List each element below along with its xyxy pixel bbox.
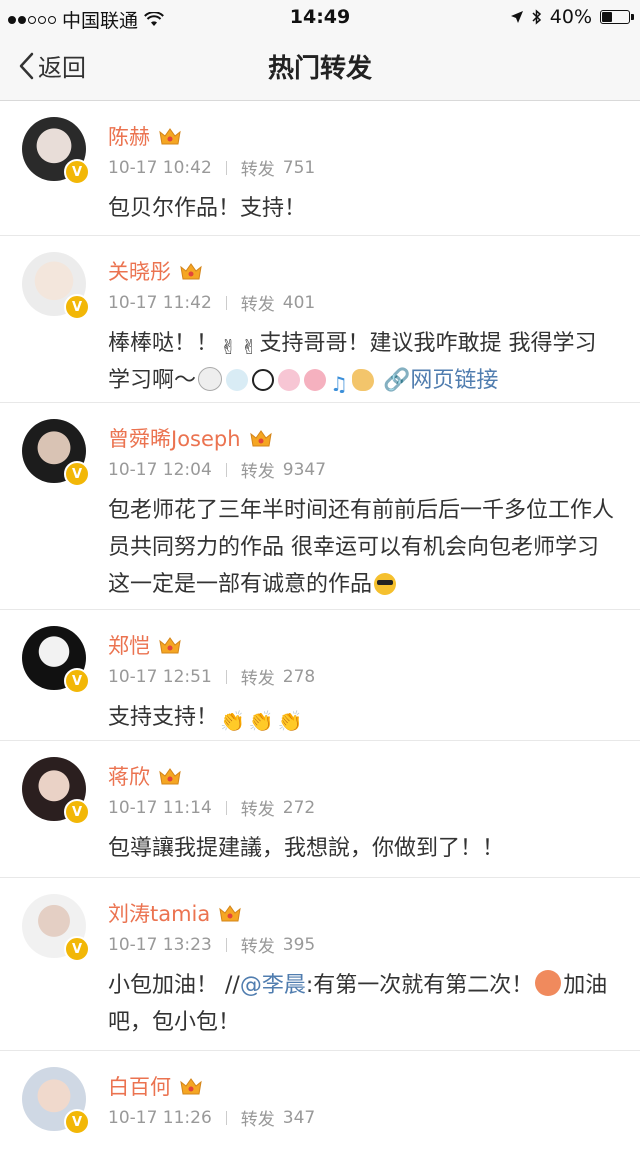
list-item[interactable]: V 关晓彤 10-17 11:42 转发 401 棒棒哒！！ ✌ ✌支持哥哥！建议我…	[0, 236, 640, 403]
pig-emoji-icon	[304, 369, 327, 391]
vip-crown-icon	[159, 768, 181, 785]
web-link-label: 网页链接	[410, 368, 499, 393]
clapping-hands-icon: 👏	[220, 709, 245, 733]
vip-crown-icon	[180, 263, 202, 280]
list-item[interactable]: V 陈赫 10-17 10:42 转发 751 包贝尔作品！支持！	[0, 101, 640, 236]
verified-badge-icon: V	[64, 1109, 90, 1135]
avatar[interactable]: V	[22, 419, 90, 487]
repost-label: 转发	[240, 800, 275, 820]
battery-level-fill	[602, 12, 612, 22]
post-text: 包老师花了三年半时间还有前前后后一千多位工作人员共同努力的作品 很幸运可以有机会…	[108, 492, 616, 603]
post-time: 10-17 11:26	[108, 1107, 212, 1128]
victory-hand-icon: ✌	[240, 335, 258, 359]
post-text-part: :有第一次就有第二次！	[305, 973, 534, 998]
alpaca-emoji-icon	[198, 367, 223, 391]
list-item[interactable]: V 刘涛tamia 10-17 13:23 转发 395 小包加油！ //@李晨…	[0, 878, 640, 1051]
web-link[interactable]: 🔗网页链接	[383, 368, 498, 393]
status-bar: 中国联通 14:49 40%	[0, 0, 640, 34]
vip-crown-icon	[219, 905, 241, 922]
repost-label: 转发	[240, 295, 275, 315]
post-time: 10-17 13:23	[108, 934, 212, 955]
vip-crown-icon	[249, 430, 272, 447]
verified-badge-icon: V	[64, 936, 90, 962]
user-name[interactable]: 蒋欣	[108, 761, 150, 791]
user-name[interactable]: 白百何	[108, 1071, 171, 1101]
repost-list: V 陈赫 10-17 10:42 转发 751 包贝尔作品！支持！ V 关晓彤 …	[0, 101, 640, 1151]
post-time: 10-17 11:14	[108, 797, 212, 818]
verified-badge-icon: V	[64, 294, 90, 320]
location-icon	[510, 10, 524, 24]
thumbs-up-emoji-icon	[351, 369, 374, 391]
avatar[interactable]: V	[22, 757, 90, 825]
avatar[interactable]: V	[22, 894, 90, 962]
repost-count: 401	[282, 292, 316, 313]
vip-crown-icon	[159, 637, 181, 654]
repost-label: 转发	[240, 160, 275, 180]
avatar[interactable]: V	[22, 1067, 90, 1135]
nav-bar: 返回 热门转发	[0, 34, 640, 101]
bluetooth-icon	[532, 9, 542, 25]
repost-label: 转发	[240, 462, 275, 482]
verified-badge-icon: V	[64, 159, 90, 185]
verified-badge-icon: V	[64, 461, 90, 487]
repost-count: 395	[282, 934, 316, 955]
user-name[interactable]: 关晓彤	[108, 256, 171, 286]
avatar[interactable]: V	[22, 117, 90, 185]
list-item[interactable]: V 曾舜晞Joseph 10-17 12:04 转发 9347 包老师花了三年半…	[0, 403, 640, 610]
link-icon: 🔗	[382, 368, 411, 393]
avatar[interactable]: V	[22, 252, 90, 320]
verified-badge-icon: V	[64, 799, 90, 825]
battery-percent: 40%	[549, 6, 592, 28]
verified-badge-icon: V	[64, 668, 90, 694]
user-name[interactable]: 陈赫	[108, 121, 150, 151]
post-text: 小包加油！ //@李晨:有第一次就有第二次！ 加油吧，包小包！	[108, 967, 616, 1041]
repost-count: 751	[282, 157, 316, 178]
user-name[interactable]: 郑恺	[108, 630, 150, 660]
avatar[interactable]: V	[22, 626, 90, 694]
clapping-hands-icon: 👏	[248, 709, 274, 733]
vip-crown-icon	[159, 128, 181, 145]
mention-link[interactable]: @李晨	[240, 973, 306, 998]
repost-label: 转发	[240, 1110, 275, 1130]
post-text-part: 包老师花了三年半时间还有前前后后一千多位工作人员共同努力的作品 很幸运可以有机会…	[108, 498, 615, 597]
list-item[interactable]: V 白百何 10-17 11:26 转发 347	[0, 1051, 640, 1151]
post-time: 10-17 11:42	[108, 292, 212, 313]
user-name[interactable]: 刘涛tamia	[108, 898, 210, 928]
status-right: 40%	[510, 6, 634, 28]
repost-count: 272	[282, 797, 316, 818]
list-item[interactable]: V 蒋欣 10-17 11:14 转发 272 包導讓我提建議，我想說，你做到了…	[0, 741, 640, 878]
repost-count: 278	[282, 666, 316, 687]
crown-emoji-icon	[226, 369, 249, 391]
clapping-hands-icon: 👏	[277, 709, 303, 733]
post-text: 包贝尔作品！支持！	[108, 196, 307, 221]
post-text: 支持支持！ 👏 👏 👏	[108, 699, 616, 736]
panda-emoji-icon	[252, 369, 275, 391]
post-time: 10-17 12:51	[108, 666, 212, 687]
battery-icon	[600, 10, 634, 24]
victory-hand-icon: ✌	[220, 335, 237, 359]
cheer-emoji-icon	[535, 970, 562, 996]
rabbit-emoji-icon	[278, 369, 301, 391]
post-text: 包導讓我提建議，我想說，你做到了！！	[108, 836, 505, 861]
page-title: 热门转发	[267, 54, 372, 84]
repost-count: 9347	[282, 459, 327, 480]
post-time: 10-17 12:04	[108, 459, 212, 480]
list-item[interactable]: V 郑恺 10-17 12:51 转发 278 支持支持！ 👏 👏 👏	[0, 610, 640, 741]
repost-count: 347	[282, 1107, 316, 1128]
post-time: 10-17 10:42	[108, 157, 212, 178]
post-text-part: 小包加油！ //	[108, 973, 240, 998]
vip-crown-icon	[180, 1078, 202, 1095]
music-note-icon: ♫	[330, 372, 348, 396]
post-text-part: 支持支持！	[108, 705, 219, 730]
user-name[interactable]: 曾舜晞Joseph	[108, 423, 241, 453]
repost-label: 转发	[240, 937, 275, 957]
post-text-part: 棒棒哒！！	[108, 331, 219, 356]
repost-label: 转发	[240, 669, 275, 689]
sunglasses-emoji-icon	[374, 573, 397, 595]
post-text: 棒棒哒！！ ✌ ✌支持哥哥！建议我咋敢提 我得学习学习啊～ ♫ 🔗网页链接	[108, 325, 616, 399]
